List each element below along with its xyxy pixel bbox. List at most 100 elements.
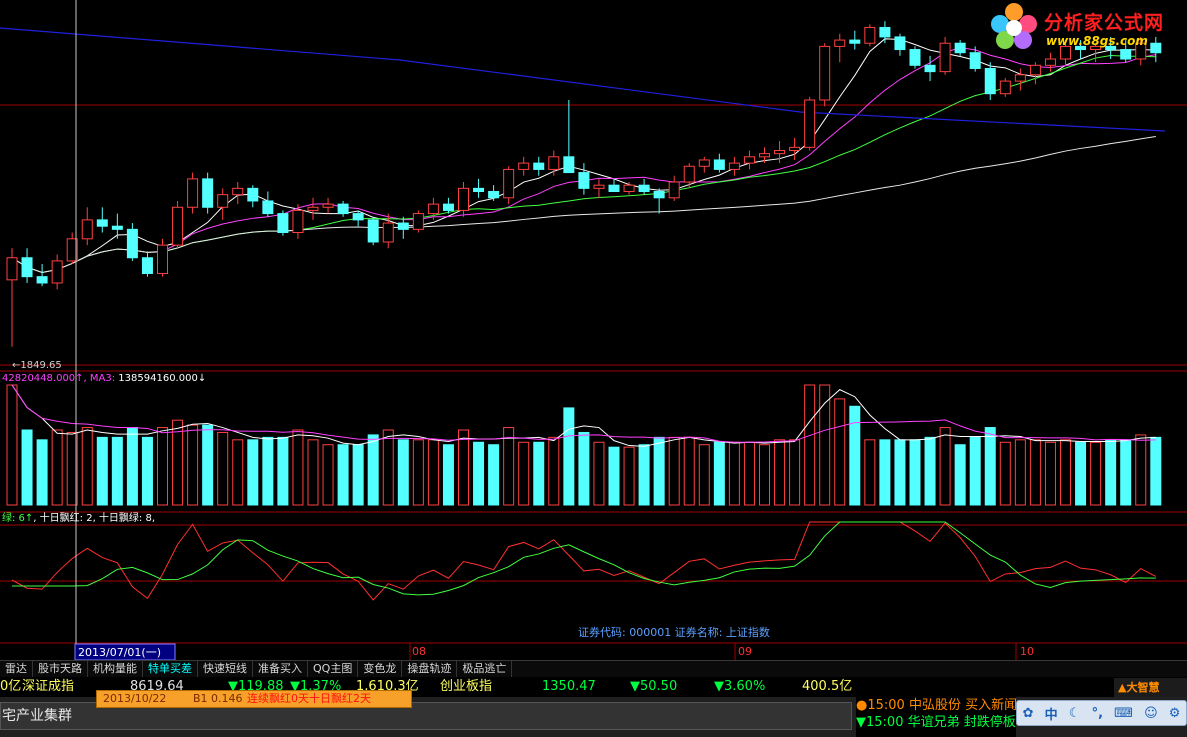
month-label-10: 10 bbox=[1020, 645, 1034, 658]
tab-7[interactable]: 变色龙 bbox=[358, 661, 403, 677]
volume-bar bbox=[924, 436, 936, 506]
candle-body bbox=[864, 26, 876, 44]
volume-bar bbox=[1090, 441, 1102, 506]
candle-body bbox=[984, 67, 996, 95]
tab-8[interactable]: 操盘轨迹 bbox=[402, 661, 458, 677]
tab-4[interactable]: 快速短线 bbox=[198, 661, 253, 677]
candle-body bbox=[698, 159, 710, 167]
volume-bar bbox=[96, 436, 108, 506]
tab-1[interactable]: 股市天路 bbox=[33, 661, 88, 677]
tab-0[interactable]: 雷达 bbox=[0, 661, 33, 677]
volume-bar bbox=[683, 436, 695, 506]
ticker-index2-value: 1350.47 bbox=[542, 679, 596, 694]
volume-bar bbox=[172, 419, 184, 506]
tooltip-red-text: 连续飘红0天十日飘红2天 bbox=[247, 692, 371, 705]
candle-body bbox=[743, 156, 755, 164]
candle-body bbox=[322, 203, 334, 208]
volume-bar bbox=[743, 441, 755, 506]
volume-bar bbox=[939, 427, 951, 506]
news-ticker[interactable]: ●15:00 中弘股份 买入新闻 ▼15:00 华谊兄弟 封跌停板 bbox=[856, 697, 1016, 737]
candle-body bbox=[36, 276, 48, 284]
candle-body bbox=[954, 42, 966, 54]
tab-6[interactable]: QQ主图 bbox=[308, 661, 359, 677]
volume-bar bbox=[21, 429, 33, 506]
candle-body bbox=[51, 260, 63, 284]
tab-2[interactable]: 机构量能 bbox=[88, 661, 143, 677]
candle-body bbox=[1029, 64, 1041, 76]
flower-logo-icon bbox=[991, 3, 1037, 49]
candle-body bbox=[367, 219, 379, 243]
candle-body bbox=[412, 213, 424, 230]
news-item[interactable]: ▼15:00 华谊兄弟 封跌停板 bbox=[856, 714, 1016, 731]
ime-mode[interactable]: 中 bbox=[1045, 704, 1058, 723]
candle-body bbox=[352, 213, 364, 221]
volume-bar bbox=[1075, 441, 1087, 506]
tab-9[interactable]: 极品逃亡 bbox=[457, 661, 513, 677]
volume-bar bbox=[578, 431, 590, 506]
settings-icon[interactable]: ⚙ bbox=[1169, 706, 1181, 721]
candle-body bbox=[683, 165, 695, 183]
volume-bar bbox=[518, 441, 530, 506]
candle-body bbox=[804, 99, 816, 148]
candle-body bbox=[1014, 74, 1026, 82]
ma60-line bbox=[11, 135, 1156, 273]
candle-body bbox=[503, 168, 515, 199]
candle-body bbox=[578, 172, 590, 189]
volume-bar bbox=[337, 444, 349, 506]
candle-body bbox=[713, 159, 725, 170]
volume-bar bbox=[111, 436, 123, 506]
volume-bar bbox=[1014, 439, 1026, 506]
candle-body bbox=[879, 26, 891, 38]
candlestick-chart[interactable]: ←1849.65 42820448.000↑, MA3: 138594160.0… bbox=[0, 0, 1187, 661]
chart-stage[interactable]: ←1849.65 42820448.000↑, MA3: 138594160.0… bbox=[0, 0, 1187, 737]
volume-bar bbox=[789, 439, 801, 506]
candle-body bbox=[111, 225, 123, 230]
candle-body bbox=[81, 219, 93, 240]
ticker-index2-amount: 400.5亿 bbox=[802, 679, 853, 694]
user-icon[interactable]: ☺ bbox=[1144, 706, 1158, 721]
ime-toolbar[interactable]: ✿ 中 ☾ °, ⌨ ☺ ⚙ bbox=[1016, 700, 1187, 726]
volume-bar bbox=[442, 444, 454, 506]
volume-bar bbox=[894, 439, 906, 506]
volume-header: 42820448.000↑, MA3: 138594160.000↓ bbox=[2, 373, 206, 384]
volume-bar bbox=[397, 439, 409, 506]
candle-body bbox=[653, 191, 665, 199]
candle-body bbox=[668, 181, 680, 199]
keyboard-icon[interactable]: ⌨ bbox=[1114, 706, 1133, 721]
ticker-index2-name[interactable]: 创业板指 bbox=[440, 677, 492, 696]
indicator-tabs: 雷达 股市天路 机构量能 特单买差 快速短线 准备买入 QQ主图 变色龙 操盘轨… bbox=[0, 660, 1187, 677]
volume-bar bbox=[277, 436, 289, 506]
candle-body bbox=[217, 194, 229, 208]
candle-body bbox=[608, 184, 620, 192]
punctuation-icon[interactable]: °, bbox=[1092, 706, 1103, 721]
candle-body bbox=[232, 187, 244, 196]
tooltip-date: 2013/10/22 bbox=[103, 692, 167, 705]
brand-label: ▲大智慧 bbox=[1114, 678, 1187, 697]
volume-bar bbox=[126, 427, 138, 506]
volume-bar bbox=[1060, 439, 1071, 506]
candle-body bbox=[789, 146, 801, 151]
tab-3[interactable]: 特单买差 bbox=[143, 661, 198, 677]
volume-bar bbox=[969, 436, 981, 506]
candle-body bbox=[21, 257, 33, 278]
volume-bar bbox=[307, 439, 319, 506]
candle-body bbox=[397, 222, 409, 230]
volume-bar bbox=[954, 444, 966, 506]
candle-body bbox=[96, 219, 108, 227]
moon-icon[interactable]: ☾ bbox=[1069, 706, 1081, 721]
candle-body bbox=[774, 149, 786, 155]
volume-bar bbox=[1150, 436, 1162, 506]
ticker-prefix: 0亿 bbox=[0, 679, 22, 694]
volume-bar bbox=[548, 436, 560, 506]
ticker-index1-name[interactable]: 深证成指 bbox=[22, 677, 74, 696]
candle-body bbox=[172, 206, 184, 246]
news-item[interactable]: ●15:00 中弘股份 买入新闻 bbox=[856, 697, 1016, 714]
month-label-09: 09 bbox=[738, 645, 752, 658]
candle-body bbox=[382, 222, 394, 243]
candle-body bbox=[157, 244, 168, 275]
tab-5[interactable]: 准备买入 bbox=[253, 661, 308, 677]
volume-bar bbox=[503, 427, 515, 506]
volume-bar bbox=[849, 405, 861, 506]
paw-icon[interactable]: ✿ bbox=[1023, 706, 1034, 721]
volume-bar bbox=[984, 427, 996, 506]
